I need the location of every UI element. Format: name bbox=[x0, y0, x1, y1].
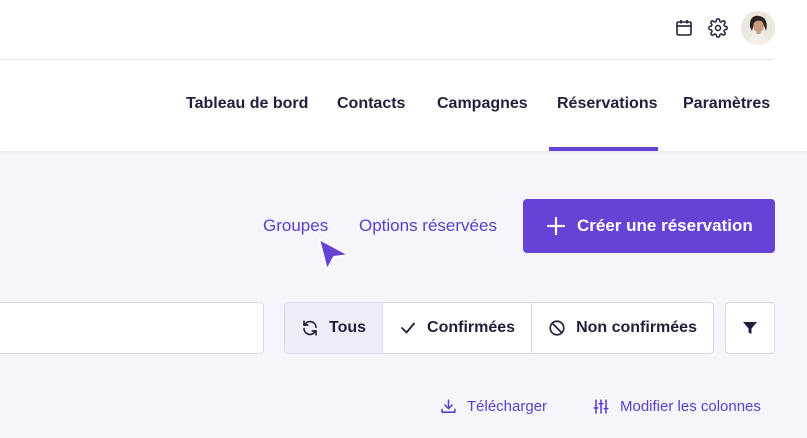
modify-columns-button[interactable]: Modifier les colonnes bbox=[592, 398, 761, 415]
reserved-options-link[interactable]: Options réservées bbox=[359, 216, 497, 236]
status-filter-group: Tous Confirmées Non confirmées bbox=[284, 302, 714, 354]
nav-item-reservations[interactable]: Réservations bbox=[557, 95, 658, 113]
nav-item-campaigns[interactable]: Campagnes bbox=[437, 95, 528, 113]
nav-item-dashboard[interactable]: Tableau de bord bbox=[186, 95, 308, 113]
create-reservation-label: Créer une réservation bbox=[577, 216, 753, 235]
calendar-icon[interactable] bbox=[673, 17, 695, 39]
sliders-icon bbox=[593, 399, 609, 414]
avatar[interactable] bbox=[741, 11, 775, 45]
nav-item-contacts[interactable]: Contacts bbox=[337, 95, 405, 113]
mouse-cursor-icon bbox=[318, 238, 350, 271]
create-reservation-button[interactable]: Créer une réservation bbox=[523, 199, 775, 253]
gear-icon[interactable] bbox=[707, 17, 729, 39]
refresh-icon bbox=[303, 320, 317, 336]
nav-item-settings[interactable]: Paramètres bbox=[683, 95, 770, 113]
plus-icon bbox=[546, 216, 566, 236]
modify-columns-label: Modifier les colonnes bbox=[620, 398, 761, 415]
top-bar bbox=[0, 0, 807, 60]
main-nav: Tableau de bord Contacts Campagnes Réser… bbox=[0, 60, 807, 151]
filter-icon bbox=[743, 322, 757, 334]
filter-confirmed-button[interactable]: Confirmées bbox=[383, 303, 533, 353]
download-icon bbox=[441, 399, 456, 413]
filter-unconfirmed-button[interactable]: Non confirmées bbox=[532, 303, 713, 353]
filter-all-label: Tous bbox=[329, 319, 367, 336]
filter-unconfirmed-label: Non confirmées bbox=[576, 319, 697, 336]
active-tab-indicator bbox=[549, 147, 658, 151]
filter-all-button[interactable]: Tous bbox=[285, 303, 384, 353]
search-input[interactable] bbox=[0, 302, 264, 354]
download-label: Télécharger bbox=[467, 398, 548, 415]
filter-confirmed-label: Confirmées bbox=[427, 319, 516, 336]
download-button[interactable]: Télécharger bbox=[440, 398, 547, 415]
advanced-filter-button[interactable] bbox=[725, 302, 775, 354]
groups-link[interactable]: Groupes bbox=[263, 216, 328, 236]
check-icon bbox=[401, 322, 415, 334]
ban-icon bbox=[549, 320, 565, 336]
